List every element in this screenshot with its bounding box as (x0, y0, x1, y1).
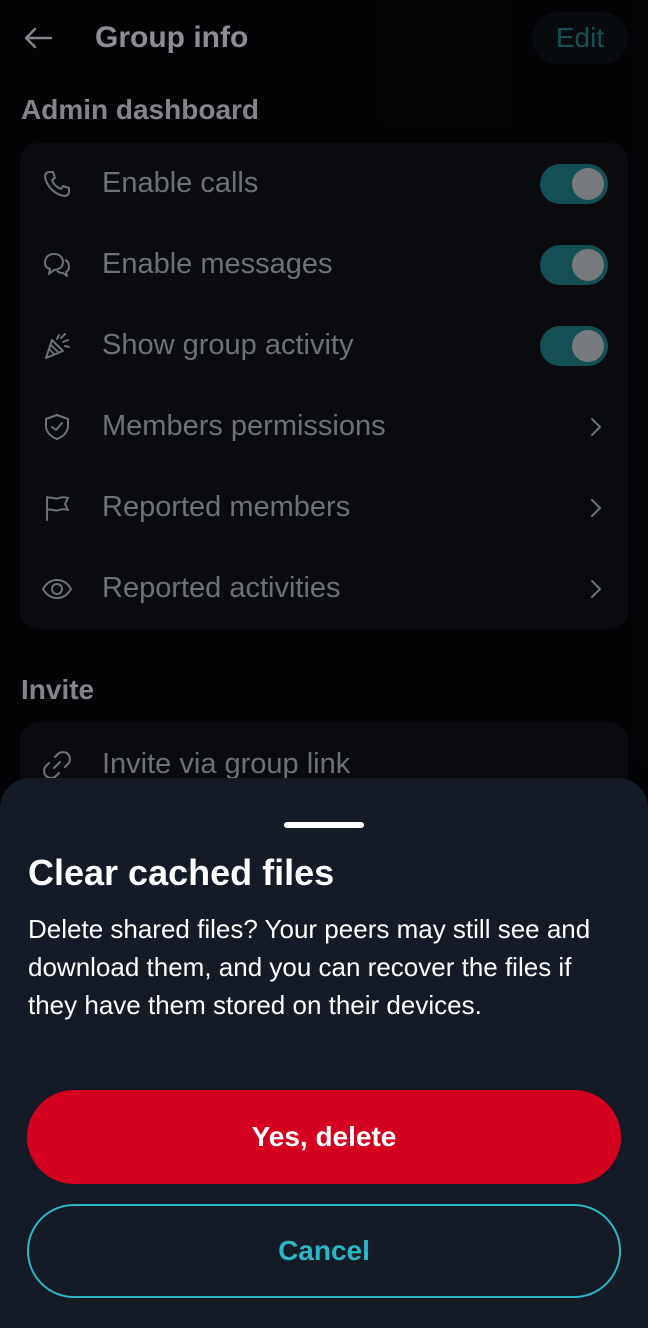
drag-handle[interactable] (284, 822, 364, 828)
bottom-sheet-dialog: Clear cached files Delete shared files? … (0, 778, 648, 1328)
confirm-delete-button[interactable]: Yes, delete (27, 1090, 621, 1184)
group-info-screen: Group info Edit Admin dashboard Enable c… (0, 0, 648, 1328)
dialog-message: Delete shared files? Your peers may stil… (28, 914, 591, 1020)
cancel-button[interactable]: Cancel (27, 1204, 621, 1298)
dialog-title: Clear cached files (28, 852, 335, 893)
